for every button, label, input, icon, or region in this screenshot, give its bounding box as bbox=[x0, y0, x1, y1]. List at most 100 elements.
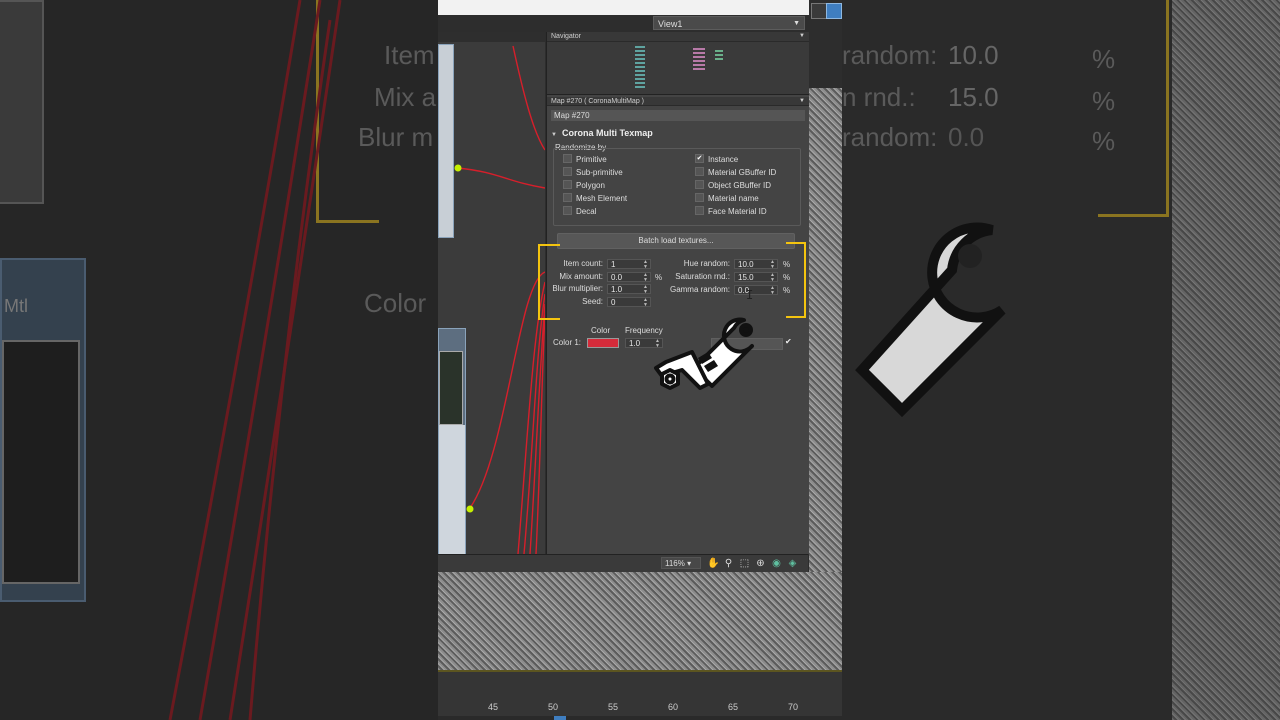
timeline-tick-label: 50 bbox=[548, 702, 559, 712]
randomize-polygon-checkbox[interactable]: Polygon bbox=[563, 180, 605, 191]
timeline-tick-label: 60 bbox=[668, 702, 679, 712]
blurred-right-background: random: n rnd.: random: 10.0 15.0 0.0 % … bbox=[842, 0, 1280, 720]
main-window: View1 ▼ Navigator ▼ Map #270 (CoronaMul… bbox=[438, 0, 842, 720]
randomize-material-name-checkbox[interactable]: Material name bbox=[695, 193, 759, 204]
chevron-down-icon: ▼ bbox=[799, 98, 805, 104]
checkbox-box bbox=[563, 206, 572, 216]
timeline-controls bbox=[438, 716, 842, 720]
checkbox-label: Decal bbox=[576, 207, 597, 216]
spinner-arrows-icon: ▲ ▼ bbox=[643, 284, 648, 295]
zoom-region-icon[interactable]: ⬚ bbox=[739, 558, 750, 569]
checkbox-box bbox=[695, 167, 704, 177]
highlight-bracket-right bbox=[786, 242, 806, 318]
collapse-triangle-icon: ▼ bbox=[551, 132, 557, 138]
blurred-gamma-value: 0.0 bbox=[948, 122, 985, 152]
item-count-value: 1 bbox=[611, 260, 616, 269]
node-editor-statusbar: 116% ▾ ✋ ⚲ ⬚ ⊕ ◉ ◈ bbox=[438, 554, 808, 572]
batch-load-textures-button[interactable]: Batch load textures... bbox=[557, 233, 795, 249]
node-wires bbox=[454, 45, 545, 554]
checkbox-box bbox=[563, 167, 572, 177]
spinner-arrows-icon: ▲ ▼ bbox=[770, 259, 775, 270]
timeline-tick-label: 55 bbox=[608, 702, 619, 712]
item-count-spinner[interactable]: 1 ▲ ▼ bbox=[607, 259, 651, 270]
frequency-1-value: 1.0 bbox=[629, 339, 641, 348]
toolbar-icon-2[interactable] bbox=[826, 3, 842, 19]
checkbox-label: Material GBuffer ID bbox=[708, 168, 777, 177]
randomize-face-material-id-checkbox[interactable]: Face Material ID bbox=[695, 206, 767, 217]
blurred-sat-label: n rnd.: bbox=[842, 82, 916, 112]
enabled-checkbox[interactable]: ✔ bbox=[785, 337, 792, 346]
saturation-rnd-label: Saturation rnd.: bbox=[675, 272, 730, 281]
rollout-header[interactable]: ▼ Corona Multi Texmap bbox=[551, 126, 805, 140]
gamma-random-label: Gamma random: bbox=[669, 285, 730, 294]
timeline-tick-label: 65 bbox=[728, 702, 739, 712]
zoom-dropdown[interactable]: 116% ▾ bbox=[661, 557, 701, 569]
randomize-mesh-element-checkbox[interactable]: Mesh Element bbox=[563, 193, 627, 204]
mix-amount-spinner[interactable]: 0.0 ▲ ▼ bbox=[607, 271, 651, 282]
blurred-wires bbox=[168, 0, 342, 720]
blurred-noise-strip bbox=[1172, 0, 1280, 720]
timeline-tick-label: 45 bbox=[488, 702, 499, 712]
color-1-label: Color 1: bbox=[553, 338, 582, 347]
zoom-selected-icon[interactable]: ◉ bbox=[771, 558, 782, 569]
zoom-value: 116% bbox=[665, 559, 685, 568]
blurred-hue-value: 10.0 bbox=[948, 40, 999, 70]
saturation-rnd-value: 15.0 bbox=[738, 273, 754, 282]
checkbox-label: Material name bbox=[708, 194, 759, 203]
color-1-swatch[interactable] bbox=[587, 338, 619, 348]
blur-multiplier-spinner[interactable]: 1.0 ▲ ▼ bbox=[607, 284, 651, 295]
checkbox-box bbox=[695, 180, 704, 190]
blurred-highlight-bracket-right bbox=[1098, 0, 1169, 217]
3d-viewport[interactable] bbox=[438, 572, 842, 670]
checkbox-box bbox=[563, 193, 572, 203]
mix-amount-value: 0.0 bbox=[611, 272, 623, 282]
randomize-decal-checkbox[interactable]: Decal bbox=[563, 206, 597, 217]
pan-hand-icon[interactable]: ✋ bbox=[707, 558, 719, 569]
zoom-extents-icon[interactable]: ⊕ bbox=[755, 558, 766, 569]
checkbox-label: Polygon bbox=[576, 181, 605, 190]
timeline-ruler[interactable]: 45 50 55 60 65 70 bbox=[438, 670, 842, 720]
navigator-title-bar[interactable]: Navigator ▼ bbox=[547, 32, 809, 42]
blurred-wrench-icon bbox=[855, 222, 1006, 418]
checkbox-label: Object GBuffer ID bbox=[708, 181, 771, 190]
gamma-random-spinner[interactable]: 0.0 ▲ ▼ bbox=[734, 285, 778, 296]
chevron-down-icon: ▼ bbox=[799, 33, 805, 39]
mix-amount-label: Mix amount: bbox=[559, 271, 603, 281]
text-cursor-icon: I bbox=[746, 288, 754, 302]
viewport-edge[interactable] bbox=[809, 88, 842, 572]
spinner-arrows-icon: ▲ ▼ bbox=[643, 259, 648, 270]
item-count-label: Item count: bbox=[563, 259, 603, 268]
saturation-rnd-spinner[interactable]: 15.0 ▲ ▼ bbox=[734, 272, 778, 283]
randomize-object-gbuffer-id-checkbox[interactable]: Object GBuffer ID bbox=[695, 180, 771, 191]
toolbar-icon-1[interactable] bbox=[811, 3, 827, 19]
navigator-minimap[interactable] bbox=[547, 42, 809, 95]
mix-amount-unit: % bbox=[655, 272, 663, 282]
blurred-left-background: Item Mix a Blur m Color Mtl bbox=[0, 0, 438, 720]
time-slider-knob[interactable] bbox=[554, 716, 566, 720]
map-panel-title-bar[interactable]: Map #270 ( CoronaMultiMap ) ▼ bbox=[547, 97, 809, 106]
zoom-magnifier-icon[interactable]: ⚲ bbox=[723, 558, 734, 569]
node-editor-view[interactable] bbox=[438, 32, 545, 554]
navigator-title: Navigator bbox=[551, 33, 581, 40]
view-dropdown[interactable]: View1 ▼ bbox=[653, 16, 805, 30]
randomize-primitive-checkbox[interactable]: Primitive bbox=[563, 154, 607, 165]
seed-spinner[interactable]: 0 ▲ ▼ bbox=[607, 296, 651, 308]
wrench-icon bbox=[654, 317, 754, 390]
randomize-sub-primitive-checkbox[interactable]: Sub-primitive bbox=[563, 167, 623, 178]
randomize-instance-checkbox[interactable]: ✔ Instance bbox=[695, 154, 739, 165]
minimap-node-2 bbox=[693, 48, 705, 72]
color-column-header: Color bbox=[591, 326, 611, 335]
view-dropdown-label: View1 bbox=[658, 19, 683, 29]
blurred-hue-label: random: bbox=[842, 40, 938, 70]
minimap-node-3 bbox=[715, 50, 723, 60]
spinner-arrows-icon: ▲ ▼ bbox=[770, 285, 775, 296]
seed-label: Seed: bbox=[582, 296, 603, 306]
map-name-field[interactable]: Map #270 bbox=[551, 110, 805, 121]
checkbox-label: Instance bbox=[708, 155, 739, 164]
hue-random-spinner[interactable]: 10.0 ▲ ▼ bbox=[734, 259, 778, 270]
parameter-side-panel: Navigator ▼ Map #270 ( CoronaMultiMap ) ▼ … bbox=[546, 32, 809, 554]
blur-multiplier-value: 1.0 bbox=[611, 285, 623, 294]
randomize-material-gbuffer-id-checkbox[interactable]: Material GBuffer ID bbox=[695, 167, 777, 178]
spinner-arrows-icon: ▲ ▼ bbox=[643, 296, 648, 308]
hide-unused-icon[interactable]: ◈ bbox=[787, 558, 798, 569]
